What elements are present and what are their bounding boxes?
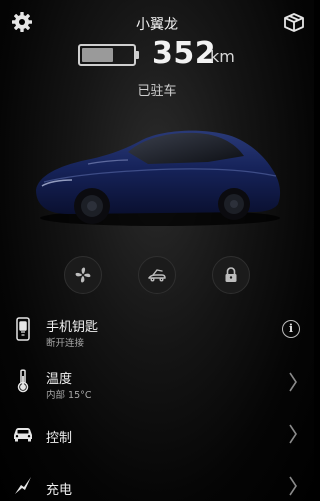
- frunk-button[interactable]: [138, 256, 176, 294]
- package-icon[interactable]: [282, 10, 306, 34]
- climate-fan-button[interactable]: [64, 256, 102, 294]
- menu-item-subtitle: 断开连接: [46, 338, 85, 349]
- lock-button[interactable]: [212, 256, 250, 294]
- parking-status: 已驻车: [137, 84, 177, 99]
- range-unit: km: [210, 47, 235, 66]
- phone-key-icon: [12, 316, 34, 342]
- charging-bolt-icon: [12, 472, 34, 498]
- lock-icon: [225, 267, 237, 282]
- battery-tip: [136, 51, 139, 59]
- menu-item-temperature[interactable]: 温度 内部 15°C: [0, 356, 314, 408]
- thermometer-icon: [12, 368, 34, 394]
- chevron-right-icon: [289, 424, 297, 444]
- battery-indicator: [78, 44, 136, 66]
- vehicle-name: 小翼龙: [136, 17, 178, 33]
- battery-range: 352 km: [78, 36, 268, 71]
- car-image: [28, 120, 290, 230]
- menu-item-controls[interactable]: 控制: [0, 408, 314, 460]
- car-icon: [12, 420, 34, 446]
- menu-item-title: 手机钥匙: [46, 320, 99, 335]
- app-screen: 小翼龙 352 km 已驻车 手机钥匙 断开连接 i 温度 内部 15°C 控制…: [0, 0, 314, 501]
- menu-item-charging[interactable]: 充电: [0, 460, 314, 501]
- quick-actions: [0, 256, 314, 296]
- chevron-right-icon: [289, 476, 297, 496]
- menu-item-subtitle: 内部 15°C: [46, 390, 92, 401]
- chevron-right-icon: [289, 372, 297, 392]
- battery-fill: [82, 48, 113, 62]
- range-value: 352: [152, 36, 217, 71]
- menu-item-title: 控制: [46, 431, 73, 446]
- info-icon[interactable]: i: [282, 320, 300, 338]
- menu-item-phone-key[interactable]: 手机钥匙 断开连接 i: [0, 304, 314, 356]
- menu-item-title: 充电: [46, 483, 73, 498]
- trunk-icon: [148, 269, 166, 282]
- menu-item-title: 温度: [46, 372, 73, 387]
- fan-icon: [75, 267, 91, 283]
